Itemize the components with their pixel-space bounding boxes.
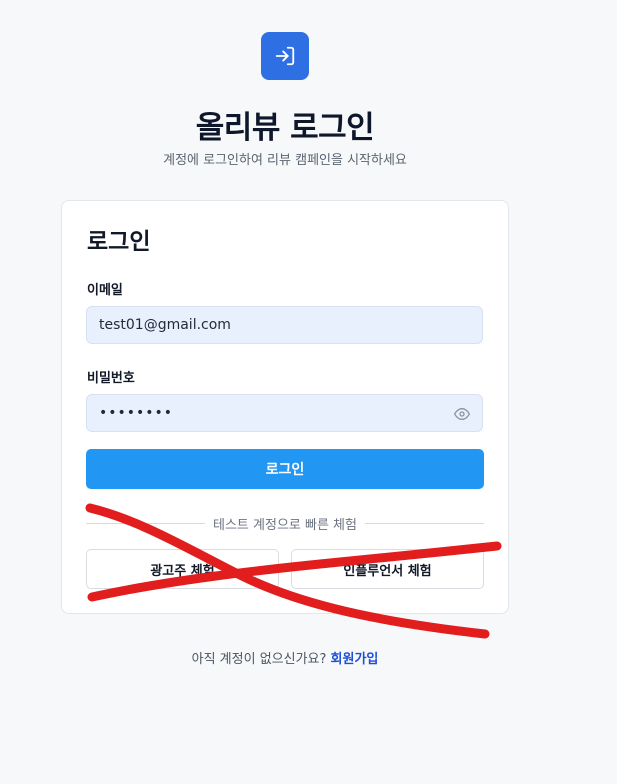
signup-prompt: 아직 계정이 없으신가요? 회원가입	[0, 648, 570, 667]
divider: 테스트 계정으로 빠른 체험	[86, 515, 484, 533]
password-field[interactable]: ••••••••	[86, 394, 483, 432]
email-label: 이메일	[87, 283, 123, 298]
email-value: test01@gmail.com	[99, 317, 231, 333]
signup-text: 아직 계정이 없으신가요?	[191, 652, 327, 667]
password-label: 비밀번호	[87, 371, 135, 386]
password-value: ••••••••	[99, 405, 174, 421]
eye-icon[interactable]	[454, 406, 470, 422]
divider-text: 테스트 계정으로 빠른 체험	[213, 517, 357, 533]
page-subtitle: 계정에 로그인하여 리뷰 캠페인을 시작하세요	[163, 153, 407, 168]
app-logo	[261, 32, 309, 80]
page-title: 올리뷰 로그인	[195, 110, 375, 146]
card-title: 로그인	[87, 229, 151, 255]
divider-line-right	[364, 522, 484, 524]
login-button[interactable]: 로그인	[86, 449, 484, 489]
email-field[interactable]: test01@gmail.com	[86, 306, 483, 344]
login-arrow-icon	[275, 46, 295, 66]
advertiser-demo-button[interactable]: 광고주 체험	[86, 549, 279, 589]
influencer-demo-button[interactable]: 인플루언서 체험	[291, 549, 484, 589]
signup-link[interactable]: 회원가입	[331, 652, 379, 667]
divider-line-left	[86, 522, 206, 524]
login-card: 로그인 이메일 test01@gmail.com 비밀번호 •••••••• 로…	[61, 200, 509, 614]
